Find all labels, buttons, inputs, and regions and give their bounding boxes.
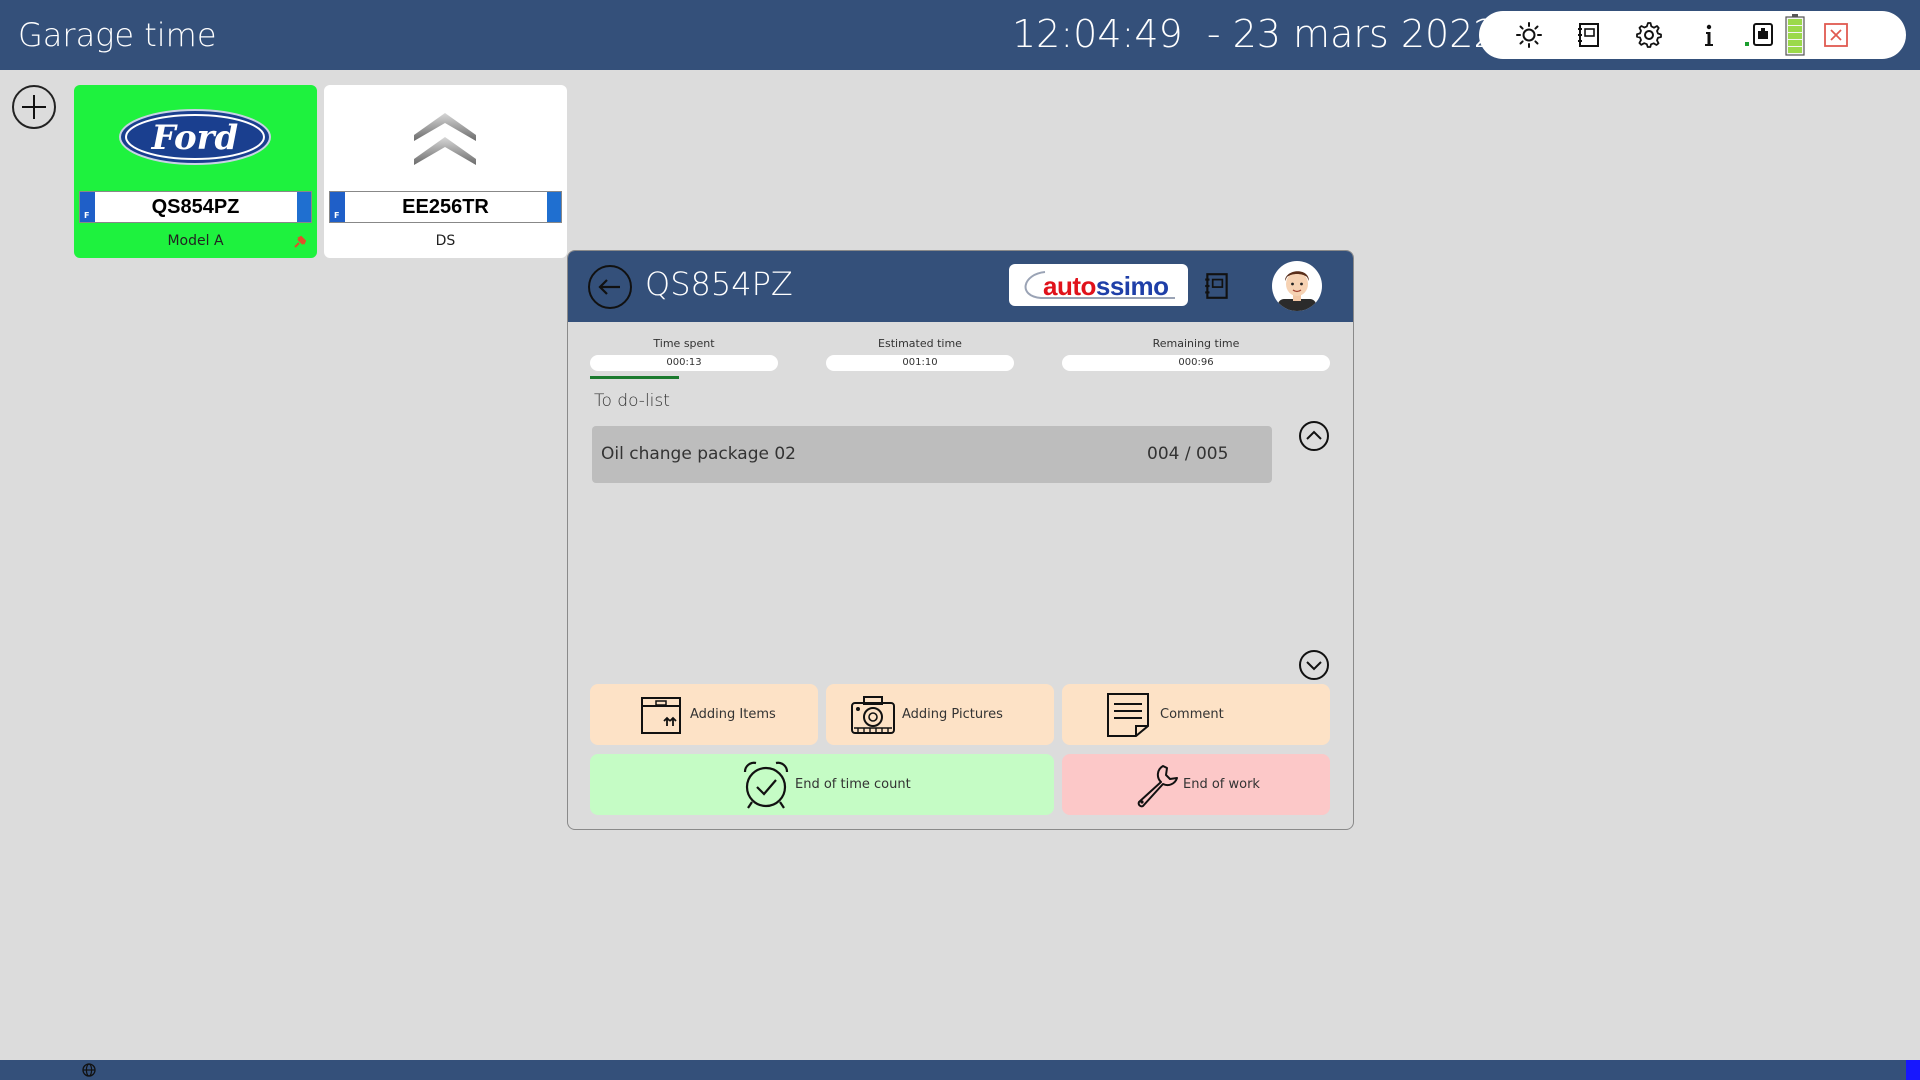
info-icon[interactable] <box>1693 19 1725 51</box>
notebook-icon[interactable] <box>1573 19 1605 51</box>
vehicle-card-ford[interactable]: Ford F QS854PZ Model A <box>74 85 317 258</box>
remaining-time-field: 000:96 <box>1062 355 1330 371</box>
ford-logo: Ford <box>119 109 271 165</box>
todo-item-name: Oil change package 02 <box>601 444 797 464</box>
remaining-time-value: 000:96 <box>1178 357 1214 368</box>
pin-icon <box>294 235 307 248</box>
plate-number: QS854PZ <box>151 196 240 218</box>
ford-logo-text: Ford <box>151 118 239 158</box>
network-icon <box>1745 19 1773 51</box>
end-of-work-label: End of work <box>1183 777 1260 792</box>
top-bar: Garage time 12:04:49 - 23 mars 2022 <box>0 0 1920 70</box>
panel-header: QS854PZ autossimo <box>568 251 1353 322</box>
adding-items-label: Adding Items <box>690 707 776 722</box>
autossimo-logo: autossimo <box>1009 264 1188 306</box>
adding-pictures-button[interactable]: Adding Pictures <box>826 684 1054 745</box>
time-progress-bar <box>590 376 679 379</box>
clock-time: 12:04:49 <box>1012 12 1183 56</box>
alarm-clock-icon <box>743 761 789 809</box>
remaining-time-label: Remaining time <box>1152 337 1240 350</box>
back-button[interactable] <box>588 265 632 309</box>
close-icon[interactable] <box>1820 19 1852 51</box>
panel-title: QS854PZ <box>645 265 793 303</box>
note-icon <box>1107 692 1149 737</box>
system-toolbar <box>1479 11 1906 59</box>
citroen-logo <box>414 113 476 165</box>
package-icon <box>641 696 681 734</box>
time-spent-label: Time spent <box>653 337 715 350</box>
estimated-time-value: 001:10 <box>902 357 938 368</box>
arrow-left-icon <box>598 279 620 295</box>
app-title: Garage time <box>18 16 217 54</box>
battery-icon <box>1779 13 1811 57</box>
wrench-icon <box>1137 764 1178 807</box>
add-vehicle-button[interactable] <box>12 85 56 129</box>
license-plate: F EE256TR <box>329 191 562 223</box>
chevron-up-icon <box>1306 430 1322 440</box>
plate-number: EE256TR <box>402 196 489 218</box>
gear-icon[interactable] <box>1633 19 1665 51</box>
license-plate: F QS854PZ <box>79 191 312 223</box>
status-bar <box>0 1060 1920 1080</box>
scroll-up-button[interactable] <box>1299 421 1329 451</box>
comment-button[interactable]: Comment <box>1062 684 1330 745</box>
todo-list-title: To do-list <box>594 391 670 411</box>
network-globe-icon[interactable] <box>81 1062 97 1078</box>
plus-icon <box>22 95 46 119</box>
estimated-time-label: Estimated time <box>878 337 962 350</box>
vehicle-detail-panel: QS854PZ autossimo Time spent 000:13 Esti… <box>567 250 1354 830</box>
status-indicator <box>1906 1060 1920 1080</box>
chevron-down-icon <box>1306 661 1322 671</box>
adding-items-button[interactable]: Adding Items <box>590 684 818 745</box>
clock-date: - 23 mars 2022 <box>1182 12 1498 56</box>
vehicle-model: Model A <box>167 233 224 249</box>
clock: 12:04:49 - 23 mars 2022 <box>1012 12 1498 56</box>
time-spent-field: 000:13 <box>590 355 778 371</box>
time-spent-value: 000:13 <box>666 357 702 368</box>
notebook-icon[interactable] <box>1202 271 1232 301</box>
end-of-work-button[interactable]: End of work <box>1062 754 1330 815</box>
scroll-down-button[interactable] <box>1299 650 1329 680</box>
todo-item-count: 004 / 005 <box>1147 444 1229 464</box>
comment-label: Comment <box>1160 707 1224 722</box>
vehicle-model: DS <box>435 233 456 249</box>
end-time-count-button[interactable]: End of time count <box>590 754 1054 815</box>
camera-icon <box>851 695 895 734</box>
mechanic-avatar[interactable] <box>1272 261 1322 311</box>
end-time-count-label: End of time count <box>795 777 911 792</box>
estimated-time-field: 001:10 <box>826 355 1014 371</box>
vehicle-card-citroen[interactable]: F EE256TR DS <box>324 85 567 258</box>
sun-icon[interactable] <box>1513 19 1545 51</box>
adding-pictures-label: Adding Pictures <box>902 707 1003 722</box>
todo-item[interactable]: Oil change package 02 004 / 005 <box>592 426 1272 483</box>
